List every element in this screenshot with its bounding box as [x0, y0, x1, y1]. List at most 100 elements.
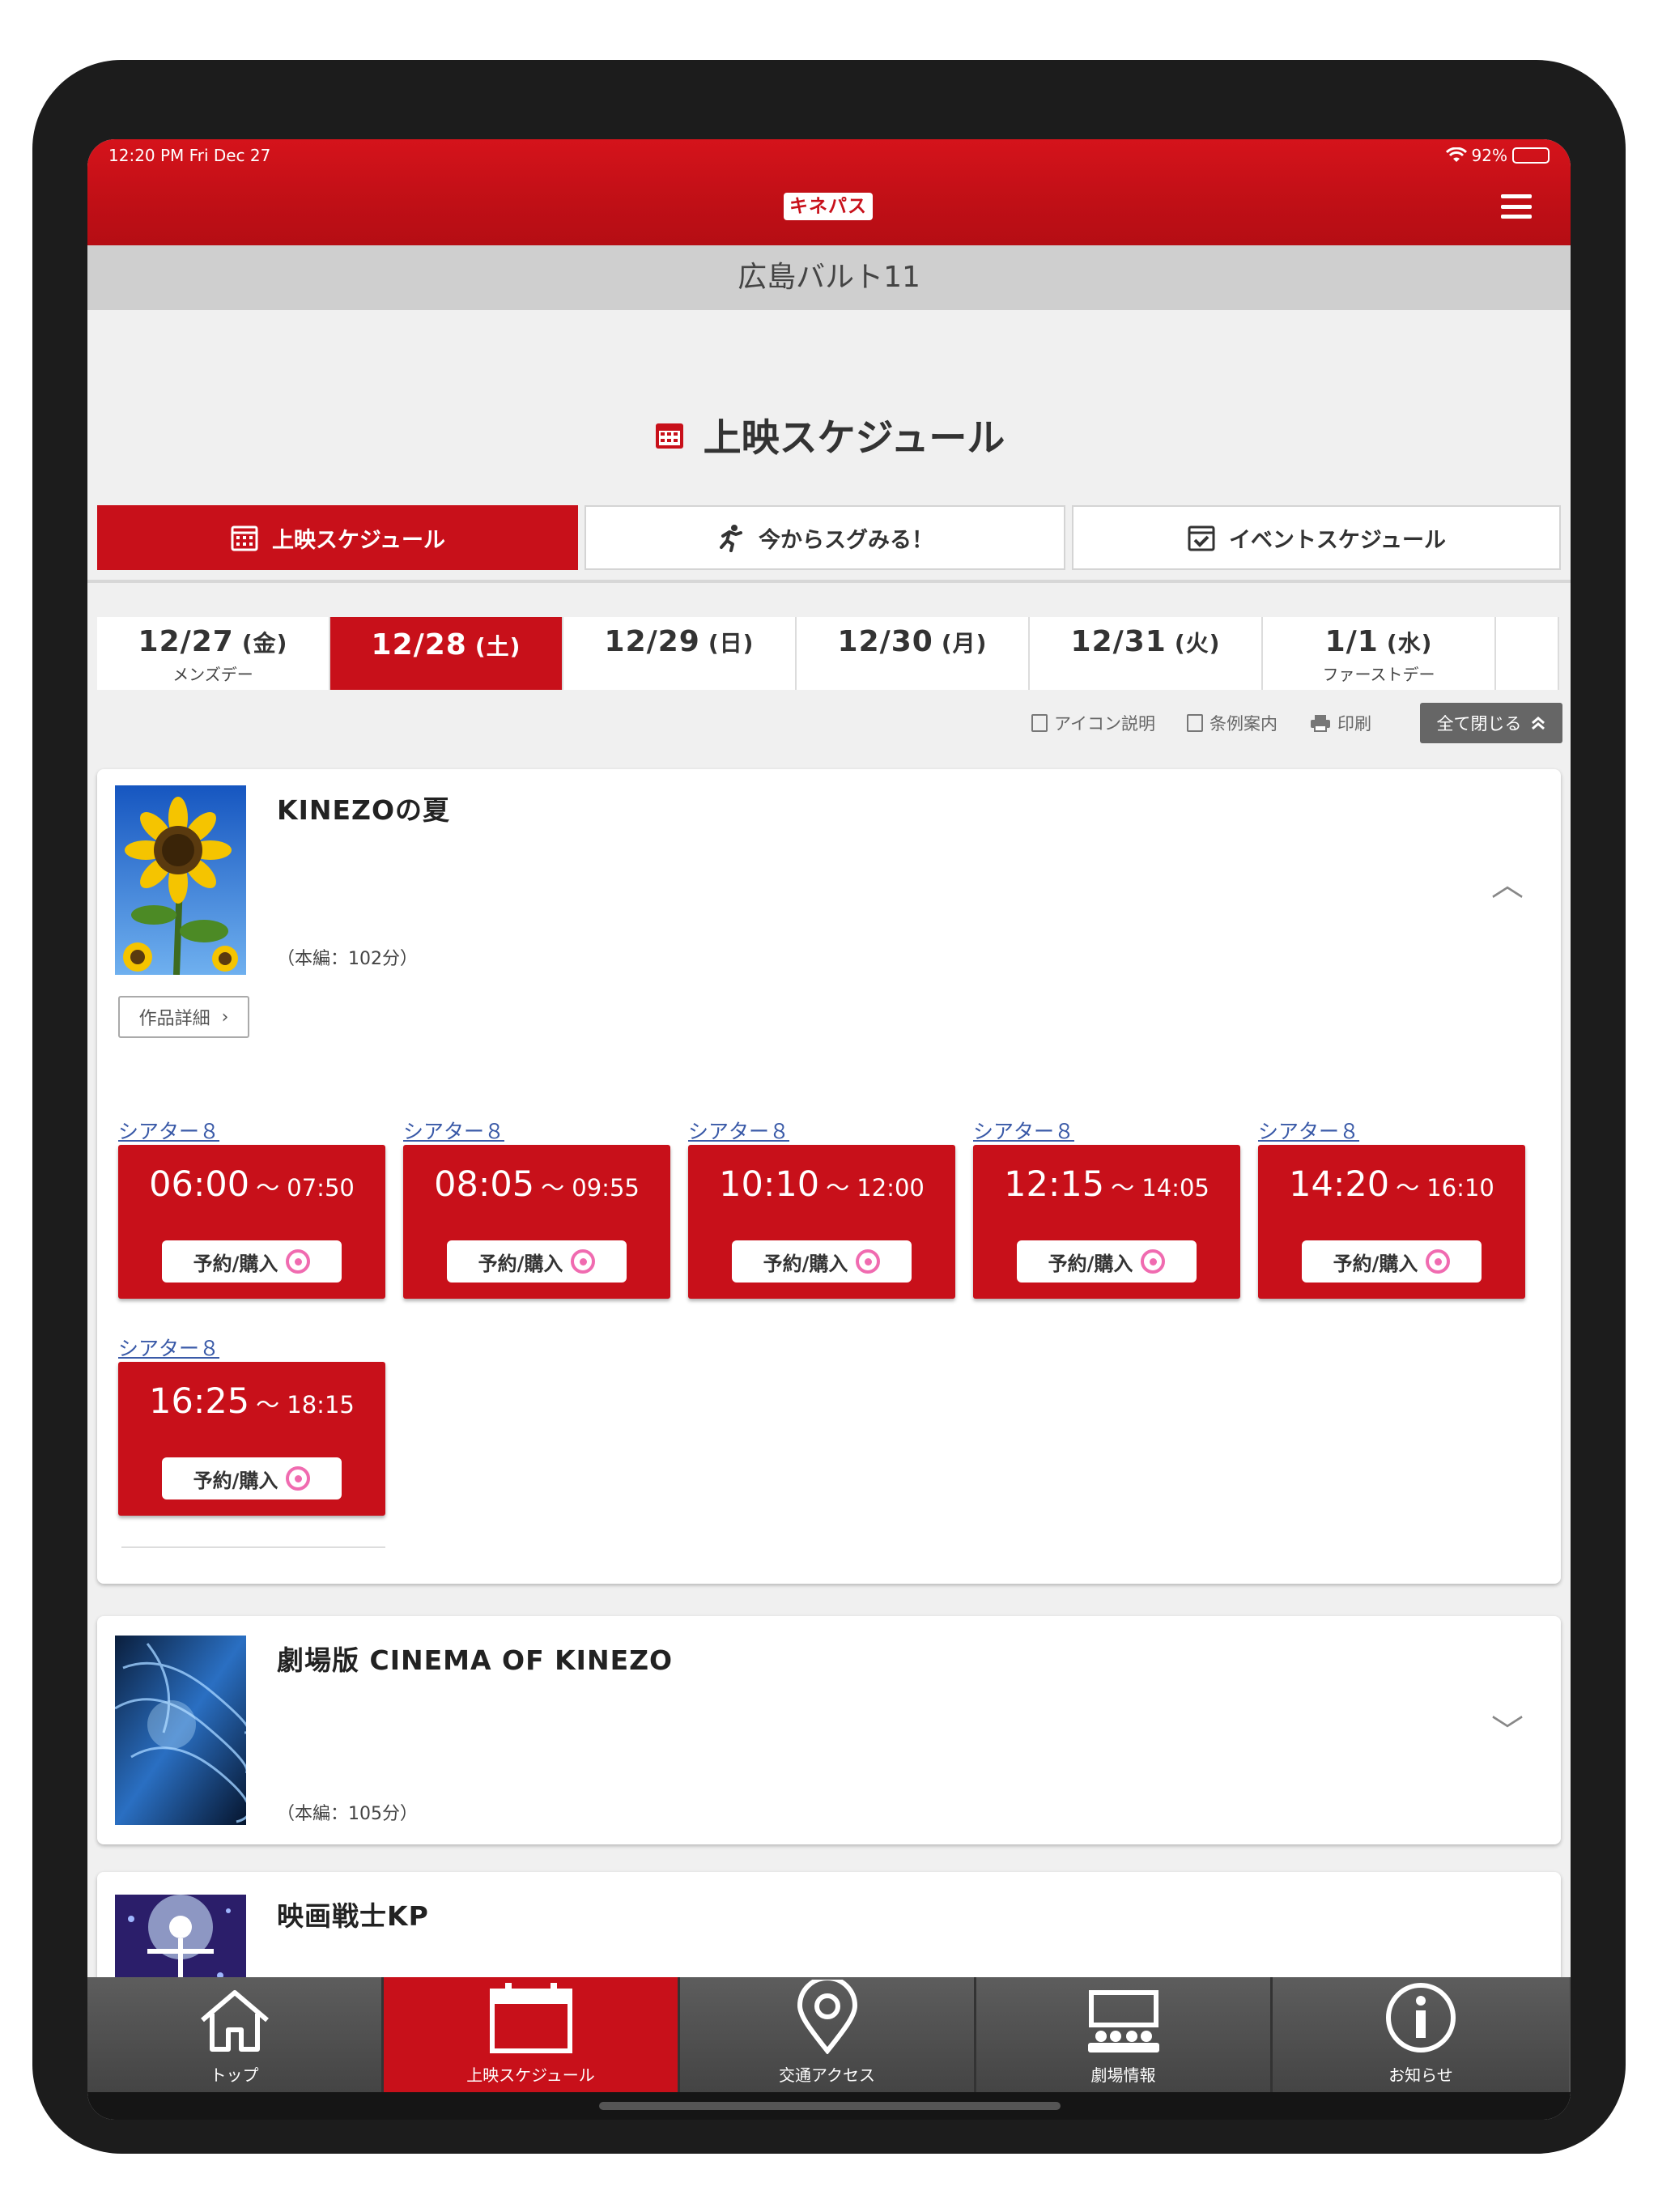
end-time: ～ 07:50	[256, 1174, 355, 1202]
reserve-button[interactable]: 予約/購入	[162, 1240, 342, 1283]
print-link[interactable]: 印刷	[1310, 711, 1371, 735]
tab-schedule-label: 上映スケジュール	[271, 527, 446, 553]
app-screen: 12:20 PM Fri Dec 27 92% キネパス 広島バルト11 上映ス…	[87, 139, 1571, 2120]
target-icon	[286, 1466, 311, 1491]
abstract-blue-poster	[115, 1636, 246, 1825]
double-chevron-up-icon	[1531, 717, 1545, 730]
calendar-icon	[655, 423, 683, 449]
tab-events-label: イベントスケジュール	[1228, 527, 1447, 553]
showtime-card[interactable]: 12:15 ～ 14:05 予約/購入	[973, 1145, 1240, 1299]
calendar-check-icon	[1188, 525, 1215, 551]
tab-schedule[interactable]: 上映スケジュール	[97, 505, 578, 570]
kinepass-logo[interactable]: キネパス	[784, 193, 873, 220]
rules-label: 条例案内	[1209, 714, 1278, 734]
menu-icon[interactable]	[1501, 194, 1532, 219]
date-tab-1229[interactable]: 12/29 (日)	[563, 617, 797, 690]
movie-title[interactable]: 映画戦士KP	[277, 1895, 429, 1933]
weekday-label: (火)	[1174, 630, 1221, 657]
slot-divider	[121, 1546, 385, 1548]
date-label: 12/29	[604, 625, 700, 658]
chevron-down-icon[interactable]: ﹀	[1491, 1705, 1524, 1752]
showtime-slot: シアター８ 16:25 ～ 18:15 予約/購入	[118, 1333, 385, 1516]
tab-news[interactable]: お知らせ	[1273, 1977, 1569, 2092]
reserve-button[interactable]: 予約/購入	[447, 1240, 627, 1283]
tab-schedule[interactable]: 上映スケジュール	[384, 1977, 680, 2092]
printer-icon	[1311, 715, 1330, 732]
date-tab-more[interactable]	[1496, 617, 1559, 690]
theater-name: 広島バルト11	[87, 245, 1571, 310]
icon-help-link[interactable]: アイコン説明	[1031, 711, 1155, 735]
reserve-button[interactable]: 予約/購入	[162, 1457, 342, 1499]
movie-poster[interactable]	[115, 1636, 246, 1825]
end-time: ～ 18:15	[256, 1391, 355, 1419]
showtime-card[interactable]: 06:00 ～ 07:50 予約/購入	[118, 1145, 385, 1299]
start-time: 16:25	[149, 1381, 250, 1422]
target-icon	[286, 1249, 311, 1274]
rules-link[interactable]: 条例案内	[1187, 711, 1278, 735]
date-tab-1227[interactable]: 12/27 (金) メンズデー	[97, 617, 330, 690]
status-bar: 12:20 PM Fri Dec 27 92%	[108, 143, 1550, 168]
weekday-label: (金)	[241, 630, 288, 657]
target-icon	[1426, 1249, 1451, 1274]
home-indicator[interactable]	[599, 2102, 1061, 2110]
date-label: 12/31	[1070, 625, 1167, 658]
tab-access-label: 交通アクセス	[779, 2065, 875, 2085]
reserve-label: 予約/購入	[763, 1252, 848, 1275]
showtime-card[interactable]: 16:25 ～ 18:15 予約/購入	[118, 1362, 385, 1516]
tab-schedule-label: 上映スケジュール	[466, 2065, 595, 2085]
location-pin-icon	[797, 1980, 857, 2054]
close-all-button[interactable]: 全て閉じる	[1420, 703, 1562, 743]
theater-link[interactable]: シアター８	[118, 1333, 385, 1362]
start-time: 08:05	[434, 1164, 535, 1205]
app-header: 12:20 PM Fri Dec 27 92% キネパス	[87, 139, 1571, 245]
document-icon	[1187, 714, 1203, 732]
showtime-card[interactable]: 10:10 ～ 12:00 予約/購入	[688, 1145, 955, 1299]
date-label: 12/27	[138, 625, 234, 658]
weekday-label: (水)	[1386, 630, 1433, 657]
movie-detail-button[interactable]: 作品詳細 ›	[118, 996, 249, 1038]
theater-link[interactable]: シアター８	[118, 1116, 385, 1145]
reserve-button[interactable]: 予約/購入	[1302, 1240, 1482, 1283]
start-time: 12:15	[1004, 1164, 1105, 1205]
battery-percent: 92%	[1471, 146, 1507, 165]
tab-events[interactable]: イベントスケジュール	[1072, 505, 1561, 570]
date-tab-1231[interactable]: 12/31 (火)	[1030, 617, 1263, 690]
date-subtitle: ファーストデー	[1322, 665, 1435, 684]
chevron-right-icon: ›	[221, 1006, 229, 1027]
tab-theater-info[interactable]: 劇場情報	[976, 1977, 1273, 2092]
date-tab-1230[interactable]: 12/30 (月)	[797, 617, 1030, 690]
showtime-card[interactable]: 14:20 ～ 16:10 予約/購入	[1258, 1145, 1525, 1299]
theater-link[interactable]: シアター８	[973, 1116, 1240, 1145]
tab-theater-info-label: 劇場情報	[1090, 2065, 1156, 2085]
end-time: ～ 12:00	[826, 1174, 925, 1202]
movie-runtime: （本編：105分）	[277, 1804, 418, 1824]
theater-link[interactable]: シアター８	[688, 1116, 955, 1145]
status-right: 92%	[1445, 146, 1550, 165]
movie-card: 劇場版 CINEMA OF KINEZO （本編：105分） ﹀	[97, 1616, 1561, 1844]
date-tabs: 12/27 (金) メンズデー 12/28 (土) 12/29 (日) 12/30 (月…	[97, 617, 1559, 690]
target-icon	[571, 1249, 596, 1274]
reserve-button[interactable]: 予約/購入	[1017, 1240, 1197, 1283]
reserve-button[interactable]: 予約/購入	[732, 1240, 912, 1283]
date-tab-0101[interactable]: 1/1 (水) ファーストデー	[1263, 617, 1496, 690]
showtime-slot: シアター８ 14:20 ～ 16:10 予約/購入	[1258, 1116, 1525, 1299]
movie-title[interactable]: 劇場版 CINEMA OF KINEZO	[277, 1639, 673, 1678]
icon-help-label: アイコン説明	[1054, 714, 1155, 734]
date-label: 12/30	[837, 625, 933, 658]
tab-top[interactable]: トップ	[87, 1977, 384, 2092]
movie-poster[interactable]	[115, 785, 246, 975]
date-tab-1228[interactable]: 12/28 (土)	[330, 617, 563, 690]
showtime-slot: シアター８ 10:10 ～ 12:00 予約/購入	[688, 1116, 955, 1299]
theater-link[interactable]: シアター８	[1258, 1116, 1525, 1145]
info-icon	[1386, 1983, 1456, 2052]
chevron-up-icon[interactable]: ︿	[1491, 858, 1524, 905]
movie-title[interactable]: KINEZOの夏	[277, 789, 450, 827]
date-label: 1/1	[1324, 625, 1379, 658]
theater-link[interactable]: シアター８	[403, 1116, 670, 1145]
reserve-label: 予約/購入	[478, 1252, 563, 1275]
tab-watch-now[interactable]: 今からスグみる！	[585, 505, 1065, 570]
tab-access[interactable]: 交通アクセス	[680, 1977, 976, 2092]
reserve-label: 予約/購入	[1048, 1252, 1133, 1275]
date-label: 12/28	[371, 628, 467, 661]
showtime-card[interactable]: 08:05 ～ 09:55 予約/購入	[403, 1145, 670, 1299]
